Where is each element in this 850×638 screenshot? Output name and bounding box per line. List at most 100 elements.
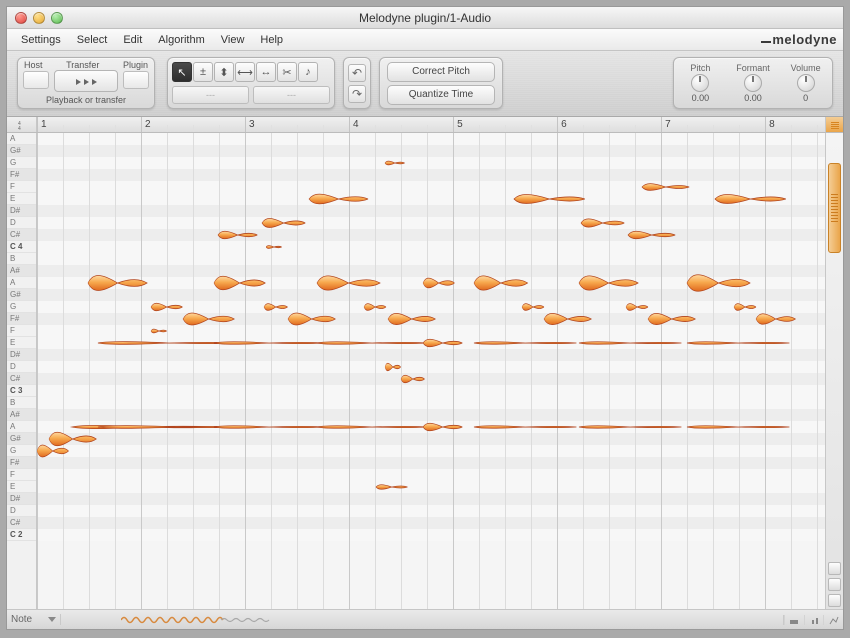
minimize-window-button[interactable] [33, 12, 45, 24]
note-blob[interactable] [264, 302, 288, 312]
amplitude-overview[interactable] [61, 610, 783, 629]
note-blob[interactable] [423, 338, 462, 348]
note-blob[interactable] [687, 422, 789, 432]
menu-algorithm[interactable]: Algorithm [150, 34, 212, 46]
note-blob[interactable] [317, 338, 427, 348]
note-blob[interactable] [262, 218, 305, 228]
note-blob[interactable] [151, 326, 167, 336]
redo-button[interactable]: ↷ [348, 85, 366, 103]
note-blob[interactable] [183, 314, 234, 324]
knob-pitch[interactable]: Pitch0.00 [674, 58, 727, 108]
note-blob[interactable] [214, 422, 324, 432]
transfer-button[interactable] [54, 70, 118, 92]
stretch-tool-icon[interactable]: ↔ [256, 62, 276, 82]
note-blob[interactable] [715, 194, 786, 204]
menu-select[interactable]: Select [69, 34, 116, 46]
horizontal-zoom-handle[interactable] [825, 117, 843, 132]
pitch-label: D# [7, 493, 36, 505]
note-blob[interactable] [364, 302, 386, 312]
pitch-label: C 3 [7, 385, 36, 397]
menu-settings[interactable]: Settings [13, 34, 69, 46]
knob-formant[interactable]: Formant0.00 [727, 58, 780, 108]
knob-volume[interactable]: Volume0 [779, 58, 832, 108]
pitch-label: C# [7, 229, 36, 241]
pitch-label: G# [7, 433, 36, 445]
note-blob[interactable] [474, 278, 528, 288]
note-blob[interactable] [388, 314, 435, 324]
plugin-label: Plugin [123, 60, 148, 70]
note-blob[interactable] [317, 278, 380, 288]
undo-button[interactable]: ↶ [348, 64, 366, 82]
note-blob[interactable] [266, 242, 282, 252]
time-signature-icon[interactable]: 44 [7, 117, 37, 132]
bar-marker: 8 [765, 117, 775, 132]
note-blob[interactable] [218, 230, 257, 240]
note-blob[interactable] [317, 422, 427, 432]
pitch-label: F [7, 469, 36, 481]
note-blob[interactable] [581, 218, 624, 228]
note-blob[interactable] [628, 230, 675, 240]
vertical-zoom-handle[interactable] [828, 163, 841, 253]
note-blob[interactable] [626, 302, 648, 312]
modulation-tool-icon[interactable]: ⬍ [214, 62, 234, 82]
note-blob[interactable] [88, 278, 147, 288]
note-blob[interactable] [579, 278, 638, 288]
knob-dial-icon [797, 74, 815, 92]
drift-tool-icon[interactable]: ⟷ [235, 62, 255, 82]
close-window-button[interactable] [15, 12, 27, 24]
note-blob[interactable] [522, 302, 544, 312]
note-blob[interactable] [423, 422, 462, 432]
quantize-time-button[interactable]: Quantize Time [387, 85, 495, 105]
note-blob[interactable] [756, 314, 795, 324]
note-blob[interactable] [385, 362, 401, 372]
menu-view[interactable]: View [213, 34, 253, 46]
transfer-panel: Host Transfer Plugin Playback or transfe… [17, 57, 155, 109]
note-blob[interactable] [423, 278, 455, 288]
note-blob[interactable] [579, 422, 681, 432]
note-blob[interactable] [385, 158, 405, 168]
note-blob[interactable] [401, 374, 425, 384]
correct-pitch-button[interactable]: Correct Pitch [387, 62, 495, 82]
note-blob[interactable] [37, 446, 69, 456]
note-blob[interactable] [687, 338, 789, 348]
note-selector[interactable]: Note [7, 614, 61, 625]
note-blob[interactable] [474, 338, 576, 348]
note-blob[interactable] [544, 314, 591, 324]
note-blob[interactable] [687, 278, 750, 288]
status-tool-2[interactable] [804, 615, 824, 625]
pitch-ruler[interactable]: AG#GF#FED#DC#C 4BA#AG#GF#FED#DC#C 3BA#AG… [7, 133, 37, 609]
scroll-button-2[interactable] [828, 578, 841, 591]
pitch-label: D# [7, 349, 36, 361]
note-blob[interactable] [642, 182, 689, 192]
vertical-scroll[interactable] [825, 133, 843, 609]
note-blob[interactable] [474, 422, 576, 432]
note-blob[interactable] [309, 194, 368, 204]
zoom-window-button[interactable] [51, 12, 63, 24]
menu-edit[interactable]: Edit [115, 34, 150, 46]
knob-dial-icon [691, 74, 709, 92]
note-blob[interactable] [579, 338, 681, 348]
note-blob[interactable] [288, 314, 335, 324]
note-blob[interactable] [49, 434, 96, 444]
note-blob[interactable] [514, 194, 585, 204]
scroll-button-3[interactable] [828, 594, 841, 607]
plugin-indicator [123, 71, 149, 89]
note-tool-icon[interactable]: ♪ [298, 62, 318, 82]
pitch-tool-icon[interactable]: ± [193, 62, 213, 82]
bar-marker: 5 [453, 117, 463, 132]
menu-help[interactable]: Help [252, 34, 291, 46]
status-tool-3[interactable] [823, 615, 843, 625]
pointer-tool-icon[interactable]: ↖ [172, 62, 192, 82]
note-blob[interactable] [214, 278, 265, 288]
note-editor[interactable] [37, 133, 825, 609]
time-ruler[interactable]: 44 12345678 [7, 117, 843, 133]
note-blob[interactable] [376, 482, 408, 492]
note-blob[interactable] [734, 302, 756, 312]
note-blob[interactable] [214, 338, 324, 348]
status-tool-1[interactable] [784, 615, 804, 625]
separate-tool-icon[interactable]: ✂ [277, 62, 297, 82]
note-blob[interactable] [151, 302, 183, 312]
note-blob[interactable] [648, 314, 695, 324]
pitch-label: G [7, 301, 36, 313]
scroll-button-1[interactable] [828, 562, 841, 575]
